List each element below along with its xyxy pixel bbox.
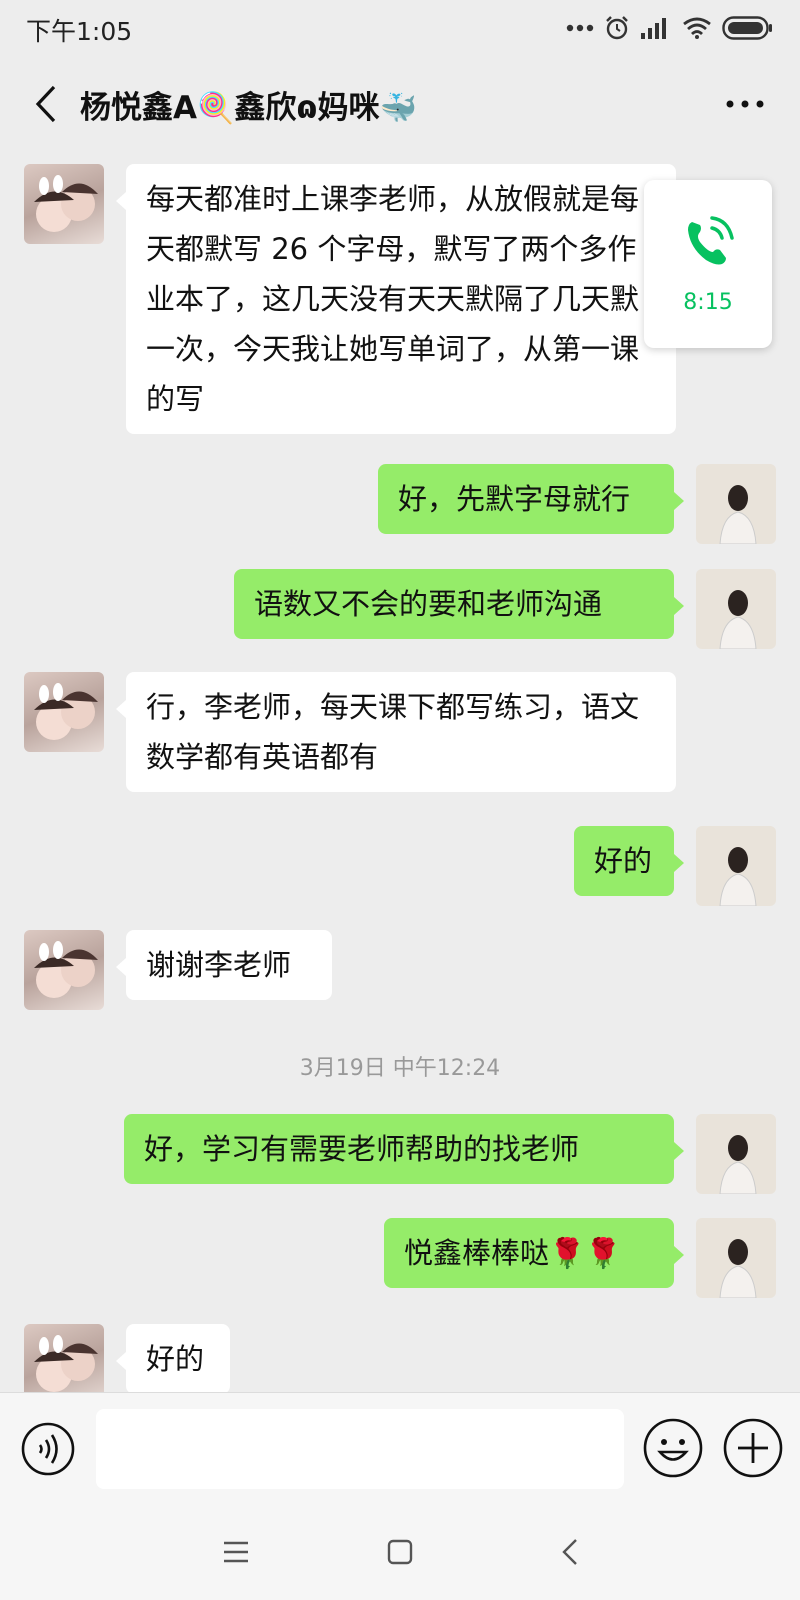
avatar-photo (719, 1239, 757, 1298)
chat-title: 杨悦鑫A🍭鑫欣ɷ妈咪🐳 (80, 82, 417, 127)
voice-icon[interactable] (20, 1421, 76, 1477)
battery-icon (722, 16, 772, 40)
more-dots-icon (566, 24, 594, 32)
home-icon (387, 1539, 413, 1565)
message-input[interactable] (96, 1409, 624, 1489)
status-icons (566, 12, 774, 44)
message-text: 谢谢李老师 (146, 948, 292, 982)
input-bar (0, 1392, 800, 1505)
message-bubble[interactable]: 每天都准时上课李老师，从放假就是每天都默写 26 个字母，默写了两个多作业本了，… (116, 164, 676, 434)
nav-back-button[interactable] (548, 1530, 592, 1574)
message-text: 好的 (146, 1342, 205, 1376)
avatar-photo (719, 590, 757, 649)
avatar-photo (34, 175, 98, 232)
whale-icon: 🐳 (379, 91, 417, 126)
message-text: 悦鑫棒棒哒🌹🌹 (404, 1236, 622, 1270)
message-bubble[interactable]: 行，李老师，每天课下都写练习，语文数学都有英语都有 (116, 672, 676, 792)
avatar[interactable] (24, 1324, 104, 1392)
message-bubble[interactable]: 好，先默字母就行 (378, 464, 684, 534)
wifi-icon (683, 17, 711, 39)
emoji-icon[interactable] (642, 1417, 704, 1479)
avatar-photo (719, 847, 757, 906)
alarm-icon (606, 16, 628, 40)
phone-call-icon (688, 216, 734, 265)
avatar[interactable] (24, 164, 104, 244)
avatar-photo (719, 485, 757, 544)
avatar-photo (34, 1335, 98, 1392)
avatar[interactable] (24, 672, 104, 752)
title-text: 杨悦鑫A (80, 90, 197, 126)
avatar-photo (34, 941, 98, 998)
message-bubble[interactable]: 好，学习有需要老师帮助的找老师 (124, 1114, 684, 1184)
message-timestamp: 3月19日 中午12:24 (299, 1056, 501, 1081)
avatar[interactable] (696, 464, 776, 544)
avatar-photo (719, 1135, 757, 1194)
status-time: 下午1:05 (26, 17, 133, 46)
message-bubble[interactable]: 语数又不会的要和老师沟通 (234, 569, 684, 639)
message-text: 行，李老师，每天课下都写练习，语文数学都有英语都有 (146, 690, 640, 774)
nav-home-button[interactable] (378, 1530, 422, 1574)
lollipop-icon: 🍭 (197, 91, 235, 126)
menu-icon (224, 1541, 248, 1563)
message-bubble[interactable]: 好的 (574, 826, 684, 896)
message-bubble[interactable]: 谢谢李老师 (116, 930, 332, 1000)
system-nav-bar (0, 1504, 800, 1600)
back-button[interactable] (22, 80, 70, 128)
message-bubble[interactable]: 好的 (116, 1324, 230, 1392)
status-bar: 下午1:05 (0, 0, 800, 58)
back-icon (562, 1539, 577, 1565)
message-text: 好的 (594, 844, 653, 878)
more-dots-icon (726, 100, 764, 108)
chevron-left-icon (35, 85, 56, 123)
call-float-window[interactable]: 8:15 (644, 180, 772, 348)
more-options-button[interactable] (720, 84, 770, 124)
message-bubble[interactable]: 悦鑫棒棒哒🌹🌹 (384, 1218, 684, 1288)
title-symbol: ɷ (296, 90, 318, 126)
avatar-photo (34, 683, 98, 740)
title-text-end: 妈咪 (317, 90, 380, 126)
call-duration: 8:15 (683, 290, 733, 315)
message-text: 好，学习有需要老师帮助的找老师 (144, 1132, 580, 1166)
avatar[interactable] (24, 930, 104, 1010)
chat-header: 杨悦鑫A🍭鑫欣ɷ妈咪🐳 (0, 58, 800, 154)
avatar[interactable] (696, 1114, 776, 1194)
plus-icon[interactable] (722, 1417, 784, 1479)
avatar[interactable] (696, 569, 776, 649)
nav-menu-button[interactable] (214, 1530, 258, 1574)
message-text: 好，先默字母就行 (398, 482, 631, 516)
message-text: 每天都准时上课李老师，从放假就是每天都默写 26 个字母，默写了两个多作业本了，… (146, 182, 640, 416)
signal-icon (641, 18, 666, 39)
message-text: 语数又不会的要和老师沟通 (254, 587, 603, 621)
avatar[interactable] (696, 826, 776, 906)
avatar[interactable] (696, 1218, 776, 1298)
title-text-mid: 鑫欣 (234, 90, 297, 126)
